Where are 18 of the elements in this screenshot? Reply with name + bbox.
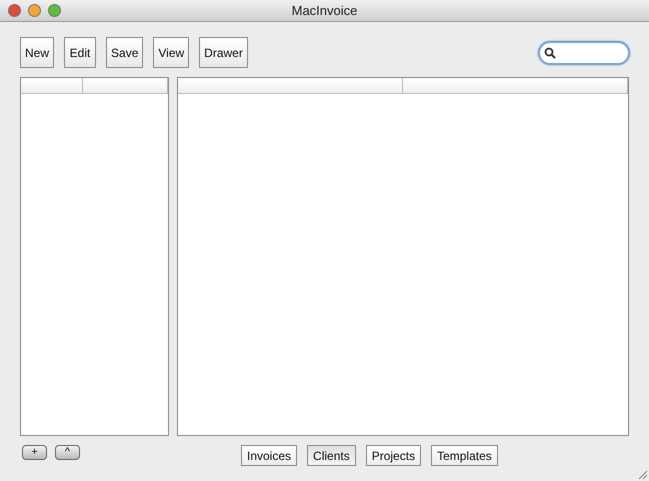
zoom-button[interactable] (48, 4, 61, 17)
window-title: MacInvoice (290, 2, 358, 20)
toolbar-button[interactable]: Save (106, 37, 144, 68)
minimize-button[interactable] (28, 4, 41, 17)
tab[interactable]: Projects (366, 445, 422, 466)
search-icon (544, 46, 556, 58)
toolbar-button[interactable]: New (20, 37, 54, 68)
tab[interactable]: Invoices (241, 445, 298, 466)
tab[interactable]: Templates (431, 445, 498, 466)
resize-grip-icon[interactable] (637, 469, 647, 479)
toolbar-button[interactable]: View (153, 37, 190, 68)
toolbar-button[interactable]: Drawer (199, 37, 248, 68)
close-button[interactable] (8, 4, 21, 17)
list-button[interactable]: + (22, 445, 47, 460)
search-field[interactable] (538, 40, 630, 64)
tab[interactable]: Clients (307, 445, 356, 466)
list-button[interactable]: ^ (55, 445, 80, 460)
toolbar-button[interactable]: Edit (64, 37, 96, 68)
